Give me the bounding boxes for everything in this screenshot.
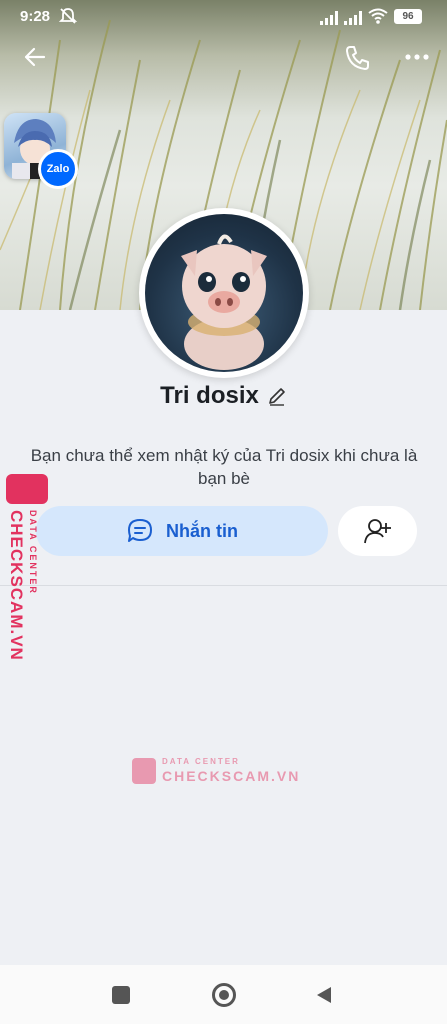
pencil-icon[interactable] — [267, 386, 287, 406]
battery-indicator: 96 — [394, 9, 422, 24]
avatar-image — [145, 214, 303, 372]
profile-avatar[interactable] — [139, 208, 309, 378]
recents-square-icon[interactable] — [112, 986, 130, 1004]
bell-muted-icon — [58, 8, 78, 24]
profile-name-row: Tri dosix — [0, 382, 447, 410]
phone-icon[interactable] — [344, 44, 372, 72]
home-circle-icon[interactable] — [212, 983, 236, 1007]
system-nav-bar — [0, 965, 447, 1024]
lock-icon — [6, 474, 48, 504]
watermark-center: DATA CENTER CHECKSCAM.VN — [132, 752, 298, 786]
send-message-button[interactable]: Nhắn tin — [36, 506, 328, 556]
watermark-brand: CHECKSCAM.VN — [162, 768, 301, 784]
zalo-badge: Zalo — [38, 149, 78, 189]
diary-privacy-notice: Bạn chưa thể xem nhật ký của Tri dosix k… — [30, 446, 418, 488]
signal-icon — [344, 11, 362, 25]
send-message-label: Nhắn tin — [166, 520, 238, 541]
profile-name: Tri dosix — [160, 382, 259, 409]
status-bar: 9:28 96 — [0, 0, 447, 34]
watermark-sub: DATA CENTER — [162, 757, 240, 766]
status-time: 9:28 — [20, 8, 51, 25]
arrow-left-icon[interactable] — [22, 44, 48, 70]
user-plus-icon — [363, 519, 391, 544]
signal-icon — [320, 11, 338, 25]
watermark-side: CHECKSCAM.VN DATA CENTER — [4, 470, 52, 661]
lock-icon — [132, 758, 156, 784]
chat-bubble-icon — [128, 519, 152, 542]
add-friend-button[interactable] — [338, 506, 417, 556]
wifi-icon — [368, 8, 388, 24]
watermark-brand: CHECKSCAM.VN — [7, 510, 26, 661]
watermark-sub: DATA CENTER — [28, 510, 38, 595]
section-divider — [0, 585, 447, 586]
piglet-image — [181, 234, 267, 370]
back-triangle-icon[interactable] — [314, 985, 334, 1005]
more-horizontal-icon[interactable] — [404, 52, 430, 62]
